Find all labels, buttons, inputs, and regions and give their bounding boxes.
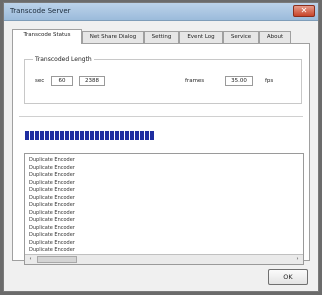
progress-segment <box>50 131 54 140</box>
progress-segment <box>110 131 114 140</box>
progress-segment <box>55 131 59 140</box>
progress-segment <box>35 131 39 140</box>
divider <box>19 116 303 117</box>
progress-segment <box>135 131 139 140</box>
transcode-status-panel: Transcoded Length sec 60 2388 frames 35.… <box>12 43 310 265</box>
progress-segment <box>80 131 84 140</box>
log-line: Duplicate Encoder <box>29 179 75 186</box>
log-line: Duplicate Encoder <box>29 247 75 253</box>
progress-segment <box>125 131 129 140</box>
scroll-left-icon[interactable]: ‹ <box>26 256 35 263</box>
progress-segment <box>25 131 29 140</box>
progress-segment <box>75 131 79 140</box>
progress-segment <box>100 131 104 140</box>
transcoded-length-group: Transcoded Length sec 60 2388 frames 35.… <box>24 56 302 104</box>
ok-button[interactable]: OK <box>268 269 308 285</box>
progress-segment <box>120 131 124 140</box>
progress-segment <box>130 131 134 140</box>
frames-label: frames <box>185 78 205 84</box>
progress-segment <box>150 131 154 140</box>
transcoded-length-label: Transcoded Length <box>33 56 94 63</box>
progress-segment <box>95 131 99 140</box>
progress-segment <box>40 131 44 140</box>
sec-label: sec <box>35 78 45 84</box>
tab-transcode-status[interactable]: Transcode Status <box>12 29 82 44</box>
progress-segment <box>140 131 144 140</box>
log-line: Duplicate Encoder <box>29 164 75 171</box>
log-line: Duplicate Encoder <box>29 209 75 216</box>
progress-segment <box>85 131 89 140</box>
progress-segment <box>105 131 109 140</box>
tab-net-share-dialog[interactable]: Net Share Dialog <box>82 31 144 43</box>
window-title: Transcode Server <box>10 7 71 15</box>
log-line: Duplicate Encoder <box>29 217 75 223</box>
horizontal-scrollbar[interactable]: ‹ › <box>25 254 303 264</box>
tab-event-log[interactable]: Event Log <box>179 31 223 43</box>
log-line: Duplicate Encoder <box>29 224 75 231</box>
close-icon: ✕ <box>300 6 308 15</box>
tab-about[interactable]: About <box>259 31 291 43</box>
log-line: Duplicate Encoder <box>29 157 75 163</box>
log-line: Duplicate Encoder <box>29 172 75 178</box>
transcode-server-window: Transcode Server ✕ Transcode Status Net … <box>3 2 319 292</box>
progress-segment <box>115 131 119 140</box>
progress-segment <box>70 131 74 140</box>
progress-segment <box>145 131 149 140</box>
progress-segment <box>90 131 94 140</box>
log-line: Duplicate Encoder <box>29 239 75 246</box>
log-line: Duplicate Encoder <box>29 232 75 238</box>
tab-setting[interactable]: Setting <box>144 31 179 43</box>
progress-segment <box>65 131 69 140</box>
tab-strip: Transcode Status Net Share Dialog Settin… <box>12 29 310 44</box>
scroll-right-icon[interactable]: › <box>293 256 302 263</box>
fps-value-field: 35.00 <box>225 76 253 86</box>
log-line: Duplicate Encoder <box>29 202 75 208</box>
log-list[interactable]: Duplicate Encoder Duplicate Encoder Duplic… <box>24 153 304 265</box>
sec-value-field: 60 <box>51 76 73 86</box>
progress-segment <box>30 131 34 140</box>
scroll-thumb[interactable] <box>37 256 77 263</box>
frames-value-field: 2388 <box>79 76 105 86</box>
progress-segment <box>45 131 49 140</box>
progress-bar <box>25 131 305 141</box>
tab-service[interactable]: Service <box>223 31 259 43</box>
progress-segment <box>60 131 64 140</box>
title-bar[interactable]: Transcode Server ✕ <box>4 3 318 21</box>
log-line: Duplicate Encoder <box>29 194 75 201</box>
close-button[interactable]: ✕ <box>293 5 315 17</box>
fps-label: fps <box>265 78 274 84</box>
log-line: Duplicate Encoder <box>29 187 75 193</box>
